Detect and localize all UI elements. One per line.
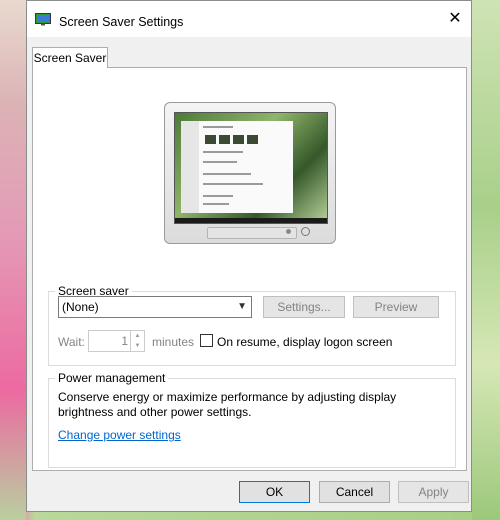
- preview-screen: [174, 112, 328, 224]
- preview-taskbar: [175, 218, 327, 223]
- window-title: Screen Saver Settings: [59, 15, 184, 29]
- minutes-label: minutes: [152, 335, 195, 349]
- dialog-body: Screen Saver Screen saver Power manageme…: [27, 37, 471, 511]
- wait-label: Wait:: [58, 335, 85, 349]
- wait-minutes-value: 1: [121, 334, 128, 348]
- change-power-settings-link[interactable]: Change power settings: [58, 428, 181, 442]
- preview-settings-window: [181, 121, 293, 213]
- preview-button[interactable]: Preview: [353, 296, 439, 318]
- title-bar[interactable]: Screen Saver Settings ✕: [27, 1, 471, 37]
- desktop-wallpaper-left: [0, 0, 26, 520]
- monitor-power-icon: [301, 227, 310, 236]
- monitor-stand: [207, 227, 297, 239]
- screen-saver-select[interactable]: (None) ▼: [58, 296, 252, 318]
- arrow-up-icon[interactable]: ▲: [131, 331, 144, 341]
- chevron-down-icon: ▼: [237, 301, 247, 312]
- ok-button[interactable]: OK: [239, 481, 310, 503]
- desktop-wallpaper-right: [472, 0, 500, 520]
- resume-logon-checkbox[interactable]: [200, 334, 213, 347]
- screen-saver-select-value: (None): [62, 300, 99, 314]
- screen-saver-settings-dialog: Screen Saver Settings ✕ Screen Saver Scr…: [26, 0, 472, 512]
- tab-screen-saver[interactable]: Screen Saver: [32, 47, 108, 68]
- wait-minutes-stepper[interactable]: 1 ▲ ▼: [88, 330, 145, 352]
- arrow-down-icon[interactable]: ▼: [131, 341, 144, 351]
- cancel-button[interactable]: Cancel: [319, 481, 390, 503]
- monitor-led-icon: [286, 229, 291, 234]
- close-icon: ✕: [448, 10, 462, 27]
- monitor-preview: [164, 102, 336, 244]
- apply-button[interactable]: Apply: [398, 481, 469, 503]
- power-description: Conserve energy or maximize performance …: [58, 390, 397, 419]
- close-button[interactable]: ✕: [443, 7, 467, 31]
- display-settings-icon: [35, 13, 51, 26]
- resume-logon-label[interactable]: On resume, display logon screen: [217, 335, 392, 349]
- power-management-group-label: Power management: [58, 371, 166, 385]
- settings-button[interactable]: Settings...: [263, 296, 345, 318]
